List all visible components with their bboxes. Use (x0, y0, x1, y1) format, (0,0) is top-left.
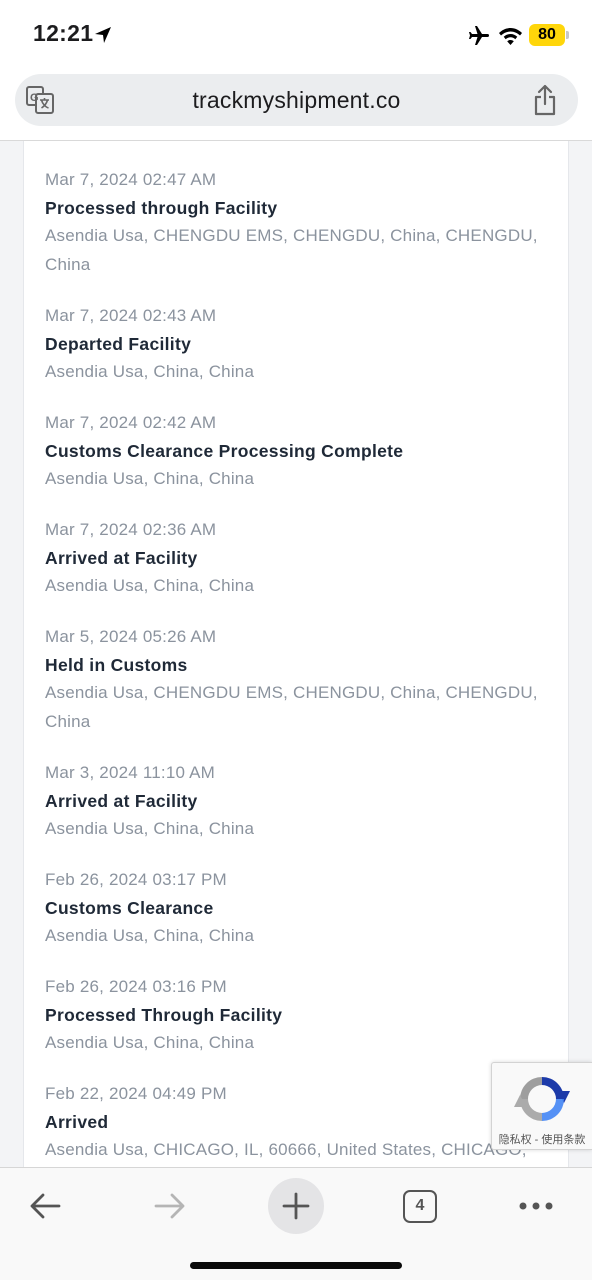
event-status: Departed Facility (45, 334, 192, 354)
tabs-button[interactable]: 4 (392, 1178, 448, 1234)
event-location: Asendia Usa, China, China (45, 576, 255, 595)
home-indicator (190, 1262, 402, 1269)
tracking-event: Mar 7, 2024 02:43 AM Departed Facility A… (45, 305, 545, 387)
status-time: 12:21 (33, 20, 94, 46)
event-status: Processed Through Facility (45, 1005, 283, 1025)
plus-icon (282, 1192, 310, 1220)
event-location: Asendia Usa, CHENGDU EMS, CHENGDU, China… (45, 683, 538, 731)
tracking-event: Mar 5, 2024 05:26 AM Held in Customs Ase… (45, 626, 545, 736)
event-date: Mar 7, 2024 02:36 AM (45, 520, 217, 539)
tracking-event: Mar 3, 2024 11:10 AM Arrived at Facility… (45, 762, 545, 844)
more-icon (519, 1202, 553, 1210)
status-bar: 12:21 80 (0, 0, 592, 70)
event-date: Mar 3, 2024 11:10 AM (45, 763, 216, 782)
tracking-history-card: Mar 7, 2024 02:47 AM Processed through F… (23, 141, 569, 1167)
forward-button[interactable] (142, 1178, 198, 1234)
battery-cap (566, 31, 569, 39)
wifi-icon (499, 28, 522, 45)
event-location: Asendia Usa, CHENGDU EMS, CHENGDU, China… (45, 226, 538, 274)
address-bar[interactable]: G trackmyshipment.co (15, 74, 578, 126)
event-location: Asendia Usa, China, China (45, 1033, 255, 1052)
tracking-event: Mar 7, 2024 02:36 AM Arrived at Facility… (45, 519, 545, 601)
event-date: Mar 5, 2024 05:26 AM (45, 627, 217, 646)
event-location: Asendia Usa, China, China (45, 362, 255, 381)
recaptcha-badge[interactable]: 隐私权 - 使用条款 (491, 1062, 592, 1150)
tabs-icon: 4 (403, 1189, 437, 1223)
forward-arrow-icon (154, 1193, 185, 1219)
battery-icon: 80 (529, 24, 565, 46)
event-location: Asendia Usa, China, China (45, 926, 255, 945)
back-button[interactable] (17, 1178, 73, 1234)
event-status: Arrived at Facility (45, 548, 198, 568)
event-date: Mar 7, 2024 02:43 AM (45, 306, 217, 325)
location-arrow-icon (95, 27, 111, 43)
event-date: Feb 26, 2024 03:17 PM (45, 870, 227, 889)
event-status: Customs Clearance (45, 898, 214, 918)
event-status: Processed through Facility (45, 198, 278, 218)
url-text[interactable]: trackmyshipment.co (15, 87, 578, 114)
event-date: Mar 7, 2024 02:47 AM (45, 170, 217, 189)
tracking-event: Feb 22, 2024 04:49 PM Arrived Asendia Us… (45, 1083, 545, 1165)
airplane-icon (469, 26, 489, 45)
event-location: Asendia Usa, China, China (45, 819, 255, 838)
more-button[interactable] (508, 1178, 564, 1234)
event-status: Arrived (45, 1112, 109, 1132)
event-date: Mar 7, 2024 02:42 AM (45, 413, 217, 432)
tracking-event: Mar 7, 2024 02:47 AM Processed through F… (45, 169, 545, 279)
event-status: Held in Customs (45, 655, 188, 675)
tracking-event: Feb 26, 2024 03:16 PM Processed Through … (45, 976, 545, 1058)
tracking-event: Feb 26, 2024 03:17 PM Customs Clearance … (45, 869, 545, 951)
new-tab-button[interactable] (268, 1178, 324, 1234)
share-icon[interactable] (532, 84, 558, 116)
tracking-event: Mar 7, 2024 02:42 AM Customs Clearance P… (45, 412, 545, 494)
event-date: Feb 22, 2024 04:49 PM (45, 1084, 227, 1103)
event-date: Feb 26, 2024 03:16 PM (45, 977, 227, 996)
back-arrow-icon (30, 1193, 61, 1219)
event-status: Arrived at Facility (45, 791, 198, 811)
page-content[interactable]: Mar 7, 2024 02:47 AM Processed through F… (0, 141, 592, 1167)
event-location: Asendia Usa, China, China (45, 469, 255, 488)
event-status: Customs Clearance Processing Complete (45, 441, 404, 461)
recaptcha-links[interactable]: 隐私权 - 使用条款 (492, 1131, 592, 1147)
recaptcha-icon (514, 1077, 570, 1121)
event-location: Asendia Usa, CHICAGO, IL, 60666, United … (45, 1140, 527, 1159)
